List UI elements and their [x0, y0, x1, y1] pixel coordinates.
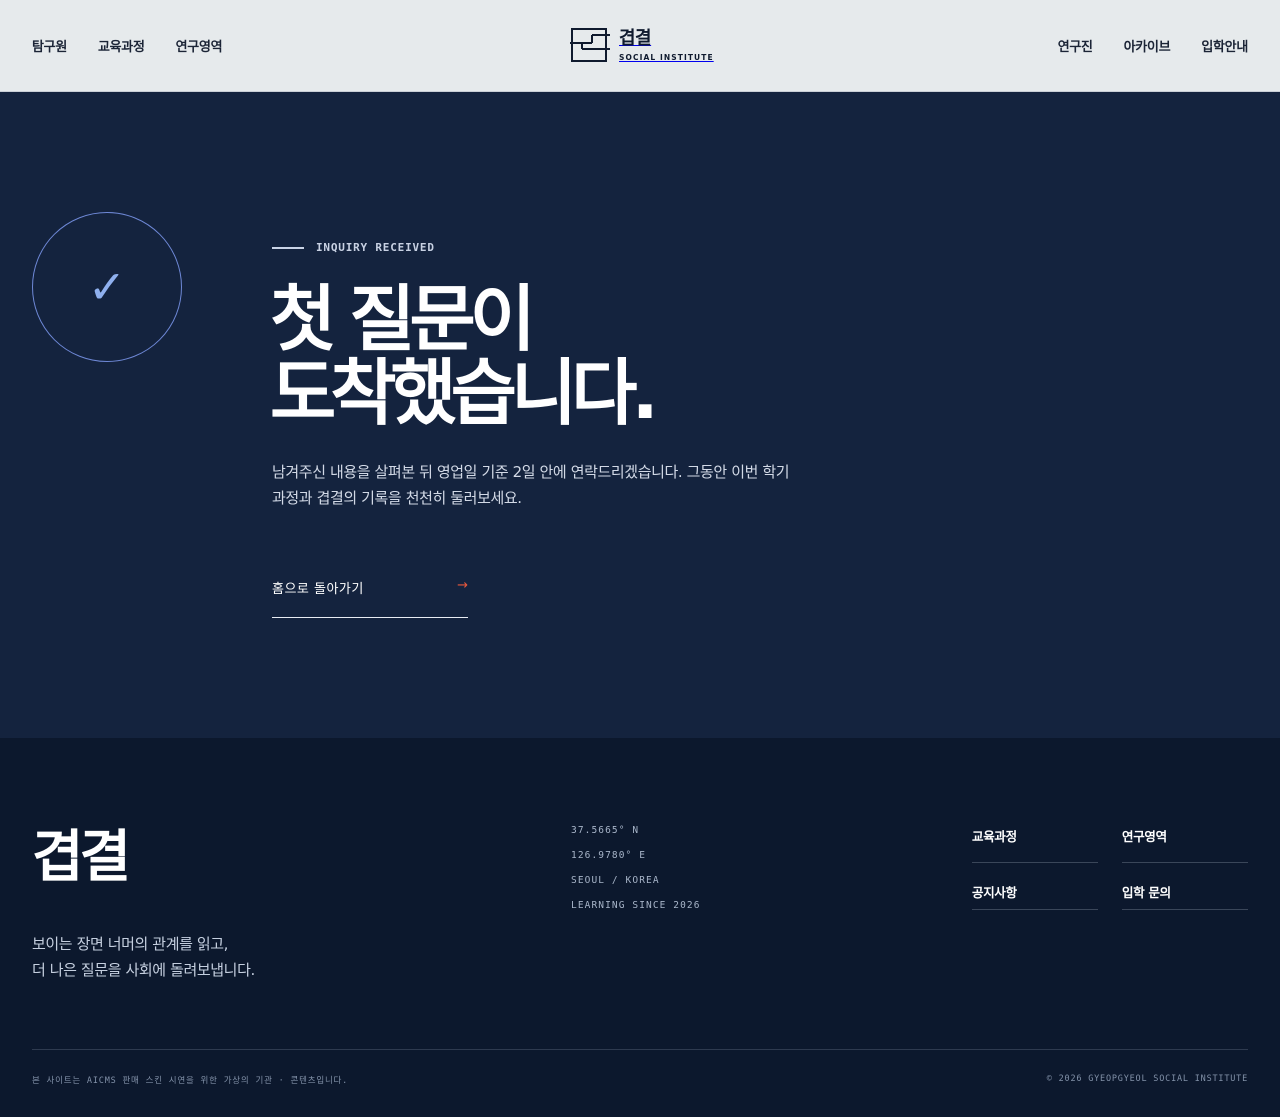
- tagline-line-2: 더 나은 질문을 사회에 돌려보냅니다.: [32, 961, 255, 979]
- check-icon: ✓: [87, 260, 127, 314]
- primary-nav-right: 연구진 아카이브 입학안내: [1058, 0, 1249, 91]
- footer-divider: [32, 1049, 1248, 1050]
- footer-link-curriculum[interactable]: 교육과정: [972, 816, 1098, 863]
- layered-rect-logo-icon: [570, 28, 610, 62]
- back-home-label: 홈으로 돌아가기: [272, 582, 364, 597]
- back-home-button[interactable]: 홈으로 돌아가기 →: [272, 570, 468, 618]
- nav-link-admissions[interactable]: 입학안내: [1201, 36, 1248, 55]
- footer-nav: 교육과정 연구영역 공지사항 입학 문의: [972, 816, 1248, 910]
- footer-link-research-areas[interactable]: 연구영역: [1122, 816, 1248, 863]
- page-title-line-1: 첫 질문이: [270, 277, 536, 361]
- site-header: 탐구원 교육과정 연구영역 겹결 SOCIAL INSTITUTE 연구진 아카…: [0, 0, 1280, 92]
- confirmation-description: 남겨주신 내용을 살펴본 뒤 영업일 기준 2일 안에 연락드리겠습니다. 그동…: [272, 459, 832, 511]
- primary-nav-left: 탐구원 교육과정 연구영역: [32, 0, 223, 91]
- logo-wordmark: 겹결 SOCIAL INSTITUTE: [619, 27, 714, 62]
- site-logo[interactable]: 겹결 SOCIAL INSTITUTE: [570, 27, 714, 63]
- success-badge: ✓: [32, 212, 182, 362]
- coord-since: LEARNING SINCE 2026: [571, 900, 701, 911]
- description-line-1: 남겨주신 내용을 살펴본 뒤 영업일 기준 2일 안에 연락드리겠습니다. 그동…: [272, 463, 790, 481]
- nav-link-curriculum[interactable]: 교육과정: [98, 36, 145, 55]
- tagline-line-1: 보이는 장면 너머의 관계를 읽고,: [32, 935, 229, 953]
- logo-english: SOCIAL INSTITUTE: [619, 52, 714, 62]
- coord-longitude: 126.9780° E: [571, 850, 647, 861]
- footer-link-notices[interactable]: 공지사항: [972, 863, 1098, 910]
- nav-link-explorers[interactable]: 탐구원: [32, 36, 67, 55]
- coord-city: SEOUL / KOREA: [571, 875, 660, 886]
- site-footer: 겹결 보이는 장면 너머의 관계를 읽고, 더 나은 질문을 사회에 돌려보냅니…: [0, 738, 1280, 1117]
- nav-link-archive[interactable]: 아카이브: [1124, 36, 1171, 55]
- footer-logo: 겹결: [32, 825, 131, 890]
- page-title-line-2: 도착했습니다.: [270, 351, 659, 435]
- description-line-2: 과정과 겹결의 기록을 천천히 둘러보세요.: [272, 489, 522, 507]
- footer-tagline: 보이는 장면 너머의 관계를 읽고, 더 나은 질문을 사회에 돌려보냅니다.: [32, 931, 255, 983]
- logo-korean: 겹결: [619, 27, 652, 49]
- footer-link-admission-inquiry[interactable]: 입학 문의: [1122, 863, 1248, 910]
- footer-copyright: © 2026 GYEOPGYEOL SOCIAL INSTITUTE: [1046, 1074, 1248, 1084]
- confirmation-hero: ✓ INQUIRY RECEIVED 첫 질문이 도착했습니다. 남겨주신 내용…: [0, 92, 1280, 738]
- eyebrow-label: INQUIRY RECEIVED: [316, 241, 435, 254]
- nav-link-research-areas[interactable]: 연구영역: [176, 36, 223, 55]
- eyebrow-rule: [272, 246, 304, 249]
- nav-link-researchers[interactable]: 연구진: [1058, 36, 1093, 55]
- coord-latitude: 37.5665° N: [571, 825, 640, 836]
- footer-disclaimer: 본 사이트는 AICMS 판매 스킨 시연을 위한 가상의 기관 · 콘텐츠입니…: [32, 1076, 349, 1086]
- page-title: 첫 질문이 도착했습니다.: [270, 277, 659, 435]
- footer-coordinates: 37.5665° N 126.9780° E SEOUL / KOREA LEA…: [571, 824, 701, 924]
- arrow-right-icon: →: [457, 578, 468, 593]
- eyebrow: INQUIRY RECEIVED: [272, 241, 435, 254]
